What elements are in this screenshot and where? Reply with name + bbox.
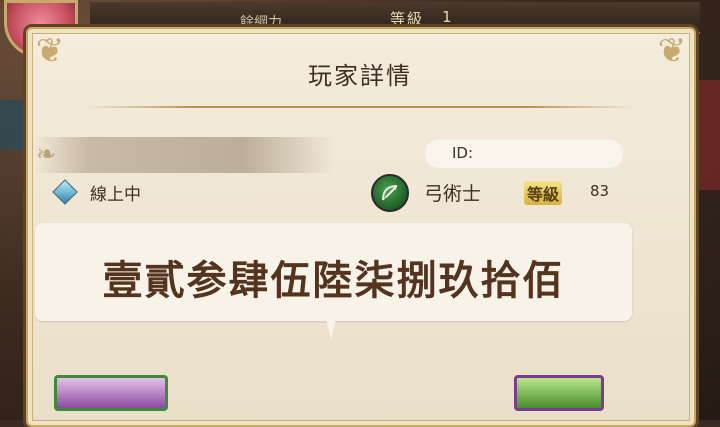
online-status-text: 線上中 xyxy=(90,185,141,205)
background-side-element-right xyxy=(692,80,720,190)
bow-archer-icon xyxy=(371,174,409,212)
background-level-label: 等級 xyxy=(390,10,425,28)
bottom-left-button[interactable] xyxy=(54,375,168,411)
message-bubble-tail xyxy=(326,318,336,340)
background-side-element-left xyxy=(0,100,28,150)
level-label: 等級 xyxy=(524,181,563,205)
bottom-right-button[interactable] xyxy=(514,375,604,411)
level-value: 83 xyxy=(590,182,610,200)
name-plate-ornament-icon: ❧ xyxy=(36,140,57,168)
background-level-value: 1 xyxy=(442,8,452,26)
player-class-name: 弓術士 xyxy=(424,183,482,205)
player-message-bubble: 壹貳参肆伍陸柒捌玖拾佰 xyxy=(35,223,632,321)
player-name-plate xyxy=(34,137,334,173)
id-label: ID: xyxy=(452,144,474,162)
title-divider xyxy=(84,106,636,108)
player-message-text: 壹貳参肆伍陸柒捌玖拾佰 xyxy=(102,258,565,304)
player-id-box[interactable]: ID: xyxy=(424,138,624,168)
dialog-title: 玩家詳情 xyxy=(308,62,412,90)
